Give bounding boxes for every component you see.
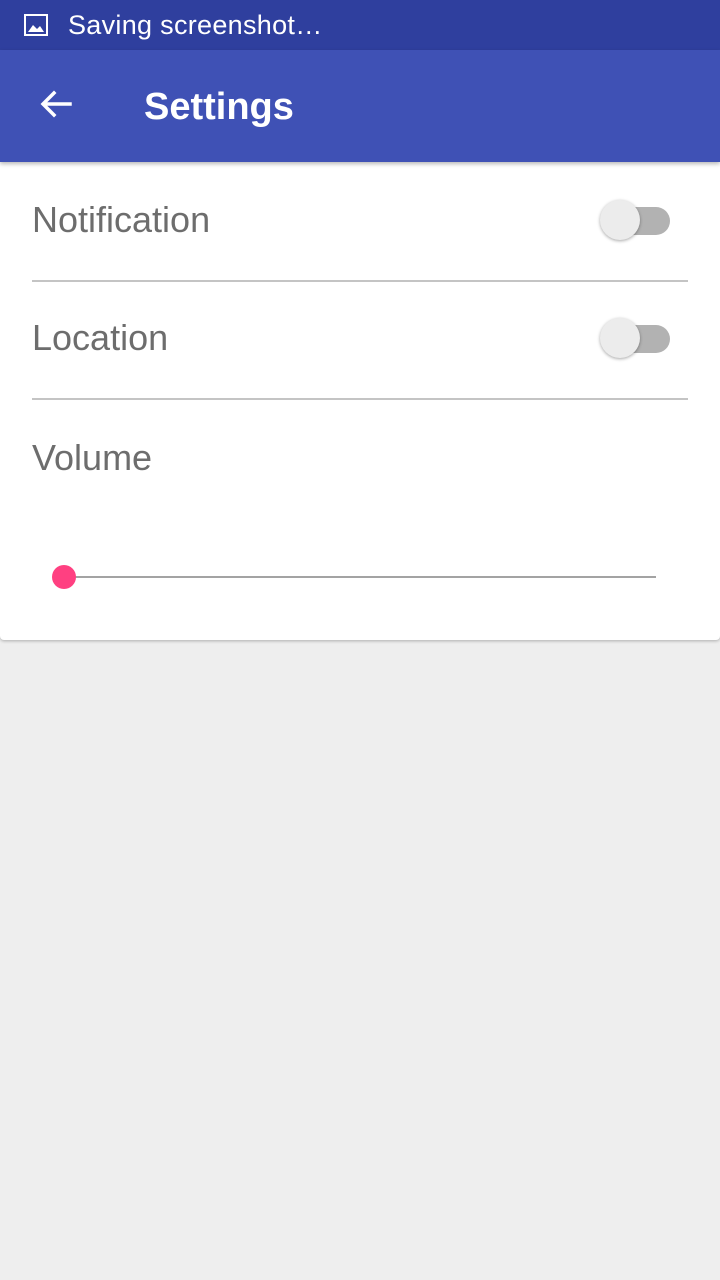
divider bbox=[32, 398, 688, 400]
app-bar: Settings bbox=[0, 50, 720, 162]
slider-track bbox=[64, 576, 656, 578]
slider-thumb[interactable] bbox=[52, 565, 76, 589]
location-label: Location bbox=[32, 317, 169, 358]
settings-card: Notification Location Volume bbox=[0, 162, 720, 640]
page-title: Settings bbox=[144, 86, 294, 128]
arrow-back-icon bbox=[38, 86, 74, 127]
location-switch[interactable] bbox=[600, 317, 672, 361]
image-icon bbox=[24, 13, 48, 37]
status-message: Saving screenshot… bbox=[68, 10, 323, 40]
volume-slider[interactable] bbox=[48, 558, 660, 598]
back-button[interactable] bbox=[28, 78, 84, 134]
divider bbox=[32, 280, 688, 282]
notification-label: Notification bbox=[32, 199, 211, 240]
volume-label: Volume bbox=[32, 437, 153, 478]
switch-thumb bbox=[600, 318, 640, 358]
notification-switch[interactable] bbox=[600, 199, 672, 243]
switch-thumb bbox=[600, 200, 640, 240]
status-bar: Saving screenshot… bbox=[0, 0, 720, 50]
